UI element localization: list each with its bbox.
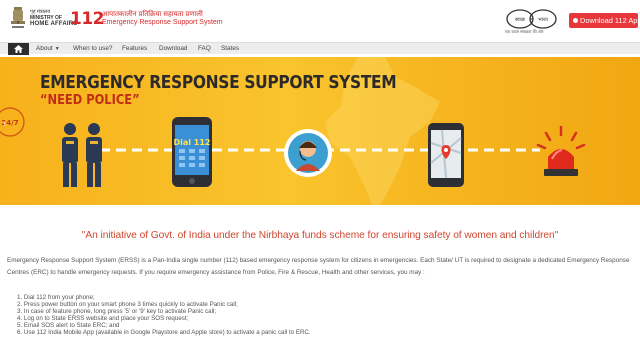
chevron-down-icon: ▼ xyxy=(54,46,60,52)
nav-item-states[interactable]: States xyxy=(221,44,239,54)
brand-hindi: आपातकालीन प्रतिक्रिया सहायता प्रणाली xyxy=(102,11,203,18)
phone-map-icon xyxy=(428,123,464,187)
nav-item-when-to-use[interactable]: When to use? xyxy=(73,44,112,54)
phone-dial-112-icon: Dial 112 xyxy=(172,117,212,187)
list-item: 5. Email SOS alert to State ERC; and xyxy=(17,322,120,330)
tagline: "An initiative of Govt. of India under t… xyxy=(81,230,559,241)
list-item: 1. Dial 112 from your phone; xyxy=(17,294,95,301)
banner-title: EMERGENCY RESPONSE SUPPORT SYSTEM xyxy=(40,72,397,93)
phone-dial-label: Dial 112 xyxy=(173,138,210,147)
brand-english: Emergency Response Support System xyxy=(102,19,223,26)
call-operator-icon xyxy=(284,129,332,177)
list-item: 4. Log on to State ERSS website and plac… xyxy=(17,315,189,323)
swachh-caption: एक कदम स्वच्छता की ओर xyxy=(505,29,544,34)
list-item: 3. In case of feature phone, long press … xyxy=(17,308,217,316)
nav-item-faq[interactable]: FAQ xyxy=(198,44,211,54)
home-button[interactable] xyxy=(8,43,29,55)
national-emblem-icon xyxy=(11,7,25,28)
nav-item-about[interactable]: About ▼ xyxy=(36,44,60,54)
banner-subtitle: “NEED POLICE” xyxy=(40,93,140,108)
list-item: 2. Press power button on your smart phon… xyxy=(17,301,238,309)
logo-number: 112 xyxy=(70,9,105,29)
android-icon xyxy=(573,18,578,23)
siren-icon xyxy=(536,125,586,176)
erss-description: Emergency Response Support System (ERSS)… xyxy=(7,257,630,277)
police-officers-icon xyxy=(62,123,102,187)
swachh-word-right: भारत xyxy=(538,17,548,23)
download-app-label: Download 112 App xyxy=(580,16,640,25)
swachh-word-left: स्वच्छ xyxy=(515,17,526,23)
steps-list: 1. Dial 112 from your phone; 2. Press po… xyxy=(17,294,311,337)
logo-112[interactable]: 112 xyxy=(70,9,105,29)
nav-item-features[interactable]: Features xyxy=(122,44,147,54)
list-item: 6. Use 112 India Mobile App (available i… xyxy=(17,329,311,337)
main-nav: About ▼ When to use? Features Download FA… xyxy=(0,42,640,55)
carousel-prev-icon[interactable]: ‹ xyxy=(3,118,6,129)
nav-about-label: About xyxy=(36,45,53,52)
download-app-button[interactable]: Download 112 App xyxy=(569,13,640,28)
site-header: गृह मंत्रालय MINISTRY OF HOME AFFAIRS 11… xyxy=(0,0,640,40)
hero-banner: EMERGENCY RESPONSE SUPPORT SYSTEM “NEED … xyxy=(0,57,640,205)
nav-item-download[interactable]: Download xyxy=(159,44,187,54)
home-icon xyxy=(14,45,23,53)
